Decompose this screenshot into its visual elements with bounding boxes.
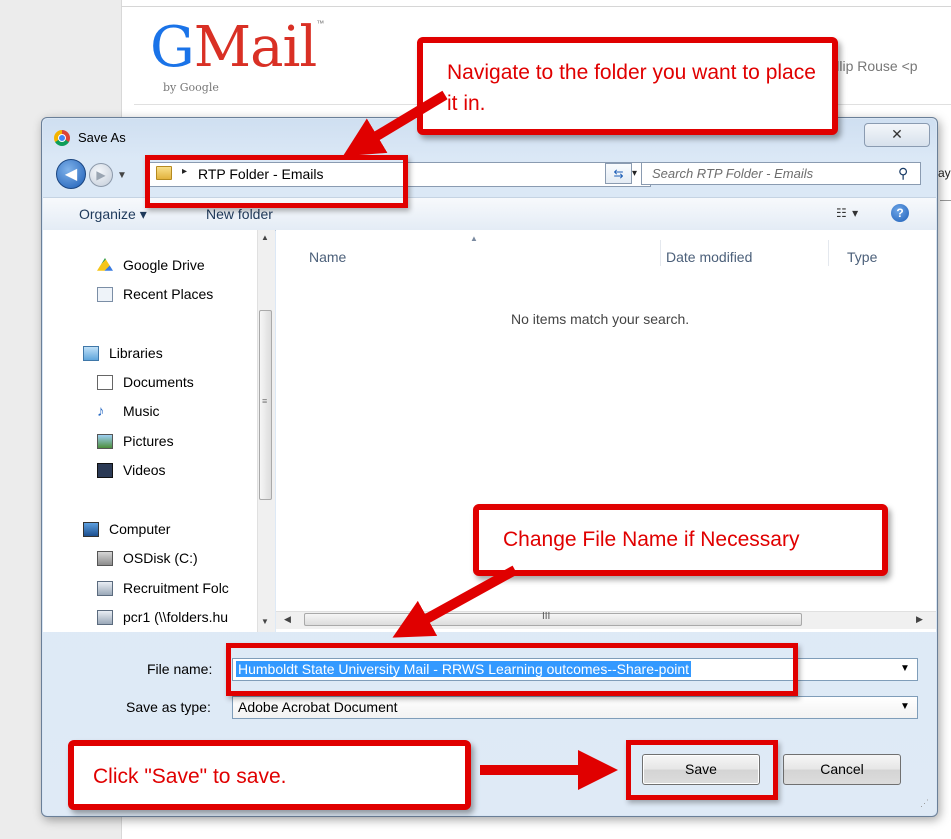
new-folder-button[interactable]: New folder (206, 206, 273, 222)
history-dropdown-icon[interactable]: ▼ (117, 170, 127, 181)
search-icon[interactable]: ⚲ (898, 165, 908, 182)
refresh-icon[interactable]: ⇆ (605, 163, 632, 184)
scroll-right-icon[interactable]: ▶ (916, 614, 923, 625)
pictures-icon (97, 434, 113, 449)
disk-icon (97, 551, 113, 566)
save-type-select[interactable]: Adobe Acrobat Document ▼ (232, 696, 918, 719)
libraries-icon (83, 346, 99, 361)
background-underline (940, 200, 951, 201)
documents-icon (97, 375, 113, 390)
column-header-name[interactable]: Name (309, 249, 346, 265)
save-as-dialog: Save As ✕ ◀ ▶ ▼ ▸ RTP Folder - Emails ▾ … (41, 117, 938, 817)
file-name-label: File name: (147, 661, 213, 677)
scrollbar-grip-icon: III (542, 611, 551, 622)
by-google-text: by Google (163, 81, 219, 94)
sort-arrow-icon: ▲ (470, 234, 478, 243)
network-drive-icon (97, 610, 113, 625)
forward-arrow-icon[interactable]: ▶ (89, 163, 113, 187)
network-drive-icon (97, 581, 113, 596)
column-separator (828, 240, 829, 266)
callout-change-name: Change File Name if Necessary (473, 504, 888, 576)
callout-navigate: Navigate to the folder you want to place… (417, 37, 838, 135)
horizontal-scrollbar-thumb[interactable] (304, 613, 802, 626)
nav-item-recent-places[interactable]: Recent Places (123, 286, 213, 302)
google-drive-icon (97, 258, 113, 271)
empty-list-message: No items match your search. (511, 311, 690, 327)
page-top-border (121, 6, 951, 7)
change-view-icon[interactable]: ☷ ▾ (836, 206, 859, 220)
filename-highlight-box (226, 643, 798, 696)
column-header-type[interactable]: Type (847, 249, 877, 265)
scroll-up-icon[interactable]: ▲ (261, 233, 269, 242)
nav-item-pictures[interactable]: Pictures (123, 433, 174, 449)
nav-item-computer[interactable]: Computer (109, 521, 170, 537)
dialog-title: Save As (78, 130, 126, 145)
search-placeholder: Search RTP Folder - Emails (652, 166, 814, 181)
nav-item-osdisk[interactable]: OSDisk (C:) (123, 550, 198, 566)
cancel-button[interactable]: Cancel (783, 754, 901, 785)
help-icon[interactable]: ? (891, 204, 909, 222)
nav-item-google-drive[interactable]: Google Drive (123, 257, 205, 273)
gmail-logo-tm: ™ (316, 19, 324, 28)
file-name-dropdown-icon[interactable]: ▼ (900, 663, 910, 674)
resize-grip-icon[interactable]: ⋰ (920, 798, 929, 809)
address-dropdown-icon[interactable]: ▾ (632, 168, 637, 179)
save-type-label: Save as type: (126, 699, 211, 715)
close-button[interactable]: ✕ (864, 123, 930, 147)
scrollbar-grip-icon: ≡ (262, 396, 268, 406)
search-input[interactable]: Search RTP Folder - Emails ⚲ (641, 162, 921, 185)
save-highlight-box (626, 740, 778, 800)
organize-button[interactable]: Organize ▾ (79, 206, 147, 223)
music-icon: ♪ (97, 403, 105, 420)
address-highlight-box (145, 155, 408, 208)
nav-item-recruitment[interactable]: Recruitment Folc (123, 580, 229, 596)
nav-item-music[interactable]: Music (123, 403, 160, 419)
gmail-logo: GMail™ (150, 19, 324, 76)
save-type-value: Adobe Acrobat Document (238, 699, 398, 715)
gmail-logo-mail: Mail (193, 15, 318, 80)
nav-item-documents[interactable]: Documents (123, 374, 194, 390)
nav-item-videos[interactable]: Videos (123, 462, 166, 478)
column-separator (660, 240, 661, 266)
background-partial-text: ay (938, 166, 951, 180)
nav-item-pcr1[interactable]: pcr1 (\\folders.hu (123, 609, 255, 625)
scroll-left-icon[interactable]: ◀ (284, 614, 291, 625)
recent-places-icon (97, 287, 113, 302)
scroll-down-icon[interactable]: ▼ (261, 617, 269, 626)
navigation-pane: Google Drive Recent Places Libraries Doc… (43, 230, 275, 632)
videos-icon (97, 463, 113, 478)
back-arrow-icon[interactable]: ◀ (56, 159, 86, 189)
computer-icon (83, 522, 99, 537)
gmail-logo-g: G (150, 15, 195, 80)
save-type-dropdown-icon[interactable]: ▼ (900, 701, 910, 712)
nav-item-libraries[interactable]: Libraries (109, 345, 163, 361)
chrome-icon (54, 130, 70, 146)
callout-click-save: Click "Save" to save. (68, 740, 471, 810)
column-header-date-modified[interactable]: Date modified (666, 249, 752, 265)
